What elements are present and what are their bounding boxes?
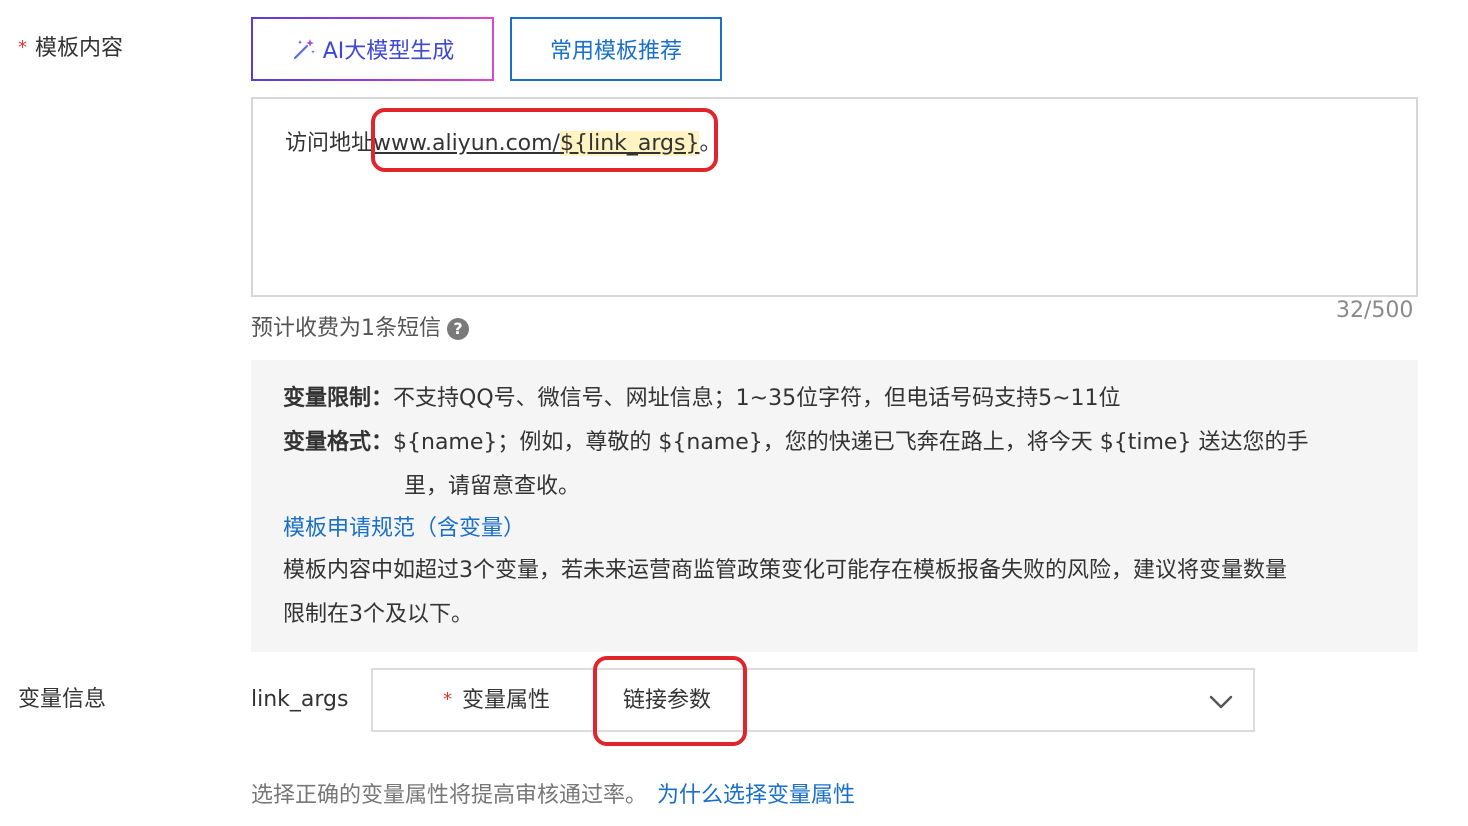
variable-info-label: 变量信息 <box>18 687 107 712</box>
template-content-text: 访问地址www.aliyun.com/${link_args}。 <box>285 131 722 156</box>
chevron-down-icon[interactable] <box>1207 688 1235 716</box>
template-content-label: * 模板内容 <box>18 36 124 61</box>
common-template-button-label: 常用模板推荐 <box>549 39 682 64</box>
sms-estimate: 预计收费为1条短信 ? <box>251 314 469 344</box>
required-mark: * <box>443 689 452 710</box>
variable-warning-line: 模板内容中如超过3个变量，若未来运营商监管政策变化可能存在模板报备失败的风险，建… <box>283 558 1288 583</box>
character-counter: 32/500 <box>1336 298 1414 323</box>
ai-generate-button-label: AI大模型生成 <box>322 39 455 64</box>
variable-warning-line-2: 限制在3个及以下。 <box>283 602 473 627</box>
variable-format-line: 变量格式：${name}；例如，尊敬的 ${name}，您的快递已飞奔在路上，将… <box>283 430 1309 455</box>
template-content-textarea[interactable]: 访问地址www.aliyun.com/${link_args}。 <box>251 97 1418 297</box>
variable-format-line-2: 里，请留意查收。 <box>404 474 581 499</box>
common-template-button[interactable]: 常用模板推荐 <box>510 17 722 81</box>
variable-name: link_args <box>251 687 349 712</box>
template-spec-link[interactable]: 模板申请规范（含变量） <box>283 514 525 544</box>
required-mark: * <box>18 37 27 58</box>
variable-helper-text: 选择正确的变量属性将提高审核通过率。 <box>251 783 648 808</box>
content-link: www.aliyun.com/ <box>373 131 560 156</box>
magic-wand-icon <box>293 39 315 60</box>
variable-limit-line: 变量限制：不支持QQ号、微信号、网址信息；1~35位字符，但电话号码支持5~11… <box>283 386 1121 411</box>
variable-attribute-select[interactable]: * 变量属性 链接参数 <box>371 668 1255 732</box>
variable-format-title: 变量格式： <box>283 430 394 455</box>
variable-helper: 选择正确的变量属性将提高审核通过率。 为什么选择变量属性 <box>251 781 855 811</box>
question-icon[interactable]: ? <box>447 318 469 340</box>
variable-attribute-value: 链接参数 <box>623 688 712 713</box>
content-variable: ${link_args} <box>559 131 700 156</box>
variable-rules-panel: 变量限制：不支持QQ号、微信号、网址信息；1~35位字符，但电话号码支持5~11… <box>251 360 1418 652</box>
variable-attribute-label: * 变量属性 <box>443 688 551 713</box>
why-variable-attribute-link[interactable]: 为什么选择变量属性 <box>657 783 855 808</box>
variable-limit-title: 变量限制： <box>283 386 394 411</box>
ai-generate-button[interactable]: AI大模型生成 <box>251 17 494 81</box>
